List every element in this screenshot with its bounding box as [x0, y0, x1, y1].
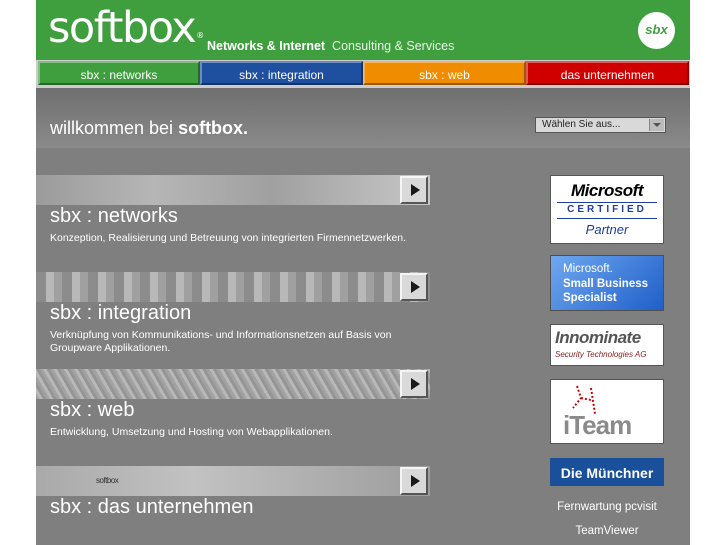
tab-networks[interactable]: sbx : networks [38, 61, 200, 85]
play-arrow-icon[interactable] [400, 370, 428, 398]
tagline-bold: Networks & Internet [207, 39, 326, 53]
link-teamviewer[interactable]: TeamViewer [540, 525, 674, 537]
tagline-light: Consulting & Services [332, 39, 455, 53]
page-title: willkommen bei softbox. [50, 118, 249, 138]
section-web: sbx : web Entwicklung, Umsetzung und Hos… [36, 369, 436, 459]
sbx-badge: sbx [638, 12, 675, 49]
banner-text: softbox [96, 476, 119, 485]
section-description: Verknüpfung von Kommunikations- und Info… [50, 329, 392, 354]
tab-integration[interactable]: sbx : integration [200, 61, 363, 85]
microsoft-sbs-specialist-logo[interactable]: Microsoft. Small Business Specialist [550, 255, 664, 311]
section-banner [36, 272, 430, 302]
quick-select-value: Wählen Sie aus... [542, 119, 621, 130]
section-banner [36, 175, 430, 205]
link-fernwartung[interactable]: Fernwartung pcvisit [540, 501, 674, 513]
section-description: Konzeption, Realisierung und Betreuung v… [50, 232, 407, 244]
header: softbox® Networks & Internet Consulting … [36, 0, 690, 60]
section-title[interactable]: sbx : integration [50, 302, 191, 325]
section-description: Entwicklung, Umsetzung und Hosting von W… [50, 426, 333, 438]
tab-web[interactable]: sbx : web [363, 61, 526, 85]
chevron-down-icon[interactable] [649, 119, 664, 131]
die-muenchner-logo[interactable]: Die Münchner [550, 458, 664, 486]
section-title[interactable]: sbx : web [50, 399, 134, 422]
tagline: Networks & Internet Consulting & Service… [207, 39, 454, 53]
iteam-logo[interactable]: iTeam [550, 379, 664, 444]
quick-select[interactable]: Wählen Sie aus... [535, 117, 666, 133]
section-integration: sbx : integration Verknüpfung von Kommun… [36, 272, 436, 367]
section-banner [36, 369, 430, 399]
play-arrow-icon[interactable] [400, 273, 428, 301]
play-arrow-icon[interactable] [400, 176, 428, 204]
tab-unternehmen[interactable]: das unternehmen [526, 61, 689, 85]
section-title[interactable]: sbx : das unternehmen [50, 496, 253, 519]
main-nav: sbx : networks sbx : integration sbx : w… [36, 60, 690, 88]
innominate-logo[interactable]: Innominate Security Technologies AG [550, 324, 664, 366]
page: softbox® Networks & Internet Consulting … [36, 0, 690, 545]
microsoft-certified-partner-logo[interactable]: Microsoft CERTIFIED Partner [550, 175, 664, 244]
play-arrow-icon[interactable] [400, 467, 428, 495]
section-banner: softbox [36, 466, 430, 496]
section-title[interactable]: sbx : networks [50, 205, 178, 228]
welcome-band: willkommen bei softbox. Wählen Sie aus..… [36, 88, 690, 148]
softbox-logo[interactable]: softbox® [48, 3, 204, 53]
section-unternehmen: softbox sbx : das unternehmen [36, 466, 436, 545]
section-networks: sbx : networks Konzeption, Realisierung … [36, 175, 436, 265]
